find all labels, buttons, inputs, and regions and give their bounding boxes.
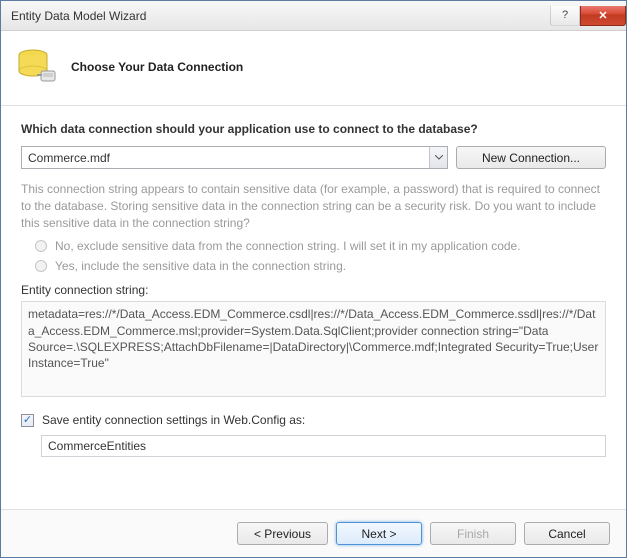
radio-exclude-sensitive: No, exclude sensitive data from the conn…: [35, 239, 606, 253]
conn-string-label: Entity connection string:: [21, 283, 606, 297]
previous-button[interactable]: < Previous: [237, 522, 328, 545]
save-checkbox-label: Save entity connection settings in Web.C…: [42, 413, 305, 427]
finish-button: Finish: [430, 522, 516, 545]
conn-string-textarea[interactable]: metadata=res://*/Data_Access.EDM_Commerc…: [21, 301, 606, 397]
save-name-value: CommerceEntities: [48, 439, 146, 453]
save-name-input[interactable]: CommerceEntities: [41, 435, 606, 457]
chevron-down-icon: [429, 147, 447, 168]
save-checkbox[interactable]: ✓: [21, 414, 34, 427]
next-button[interactable]: Next >: [336, 522, 422, 545]
radio-icon: [35, 260, 47, 272]
header-title: Choose Your Data Connection: [71, 60, 243, 74]
connection-selected: Commerce.mdf: [28, 151, 110, 165]
wizard-body: Which data connection should your applic…: [1, 106, 626, 509]
connection-dropdown[interactable]: Commerce.mdf: [21, 146, 448, 169]
new-connection-button[interactable]: New Connection...: [456, 146, 606, 169]
wizard-header: Choose Your Data Connection: [1, 31, 626, 106]
radio-icon: [35, 240, 47, 252]
radio-exclude-label: No, exclude sensitive data from the conn…: [55, 239, 521, 253]
database-icon: [15, 45, 59, 89]
wizard-footer: < Previous Next > Finish Cancel: [1, 509, 626, 557]
cancel-button[interactable]: Cancel: [524, 522, 610, 545]
title-bar: Entity Data Model Wizard ? ✕: [1, 1, 626, 31]
radio-include-label: Yes, include the sensitive data in the c…: [55, 259, 346, 273]
close-button[interactable]: ✕: [580, 6, 626, 26]
help-button[interactable]: ?: [550, 6, 580, 26]
sensitive-info-text: This connection string appears to contai…: [21, 181, 606, 231]
question-label: Which data connection should your applic…: [21, 122, 606, 136]
window-title: Entity Data Model Wizard: [11, 9, 550, 23]
radio-include-sensitive: Yes, include the sensitive data in the c…: [35, 259, 606, 273]
